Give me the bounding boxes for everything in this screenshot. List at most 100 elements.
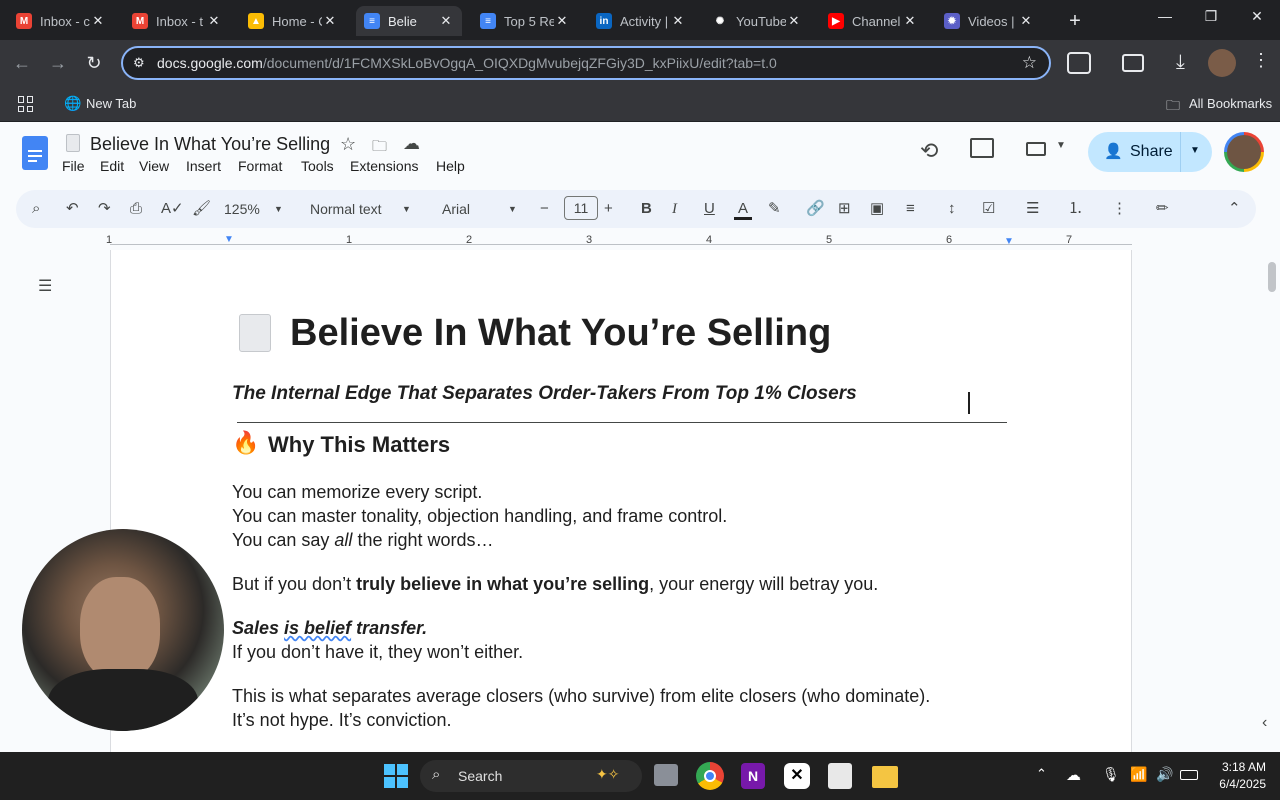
search-menus-icon[interactable]: ⌕: [32, 198, 40, 220]
decrease-font-icon[interactable]: −: [540, 198, 549, 220]
back-icon[interactable]: ←: [10, 51, 34, 75]
menu-file[interactable]: File: [62, 158, 85, 174]
more-options-icon[interactable]: ⋮: [1112, 198, 1127, 220]
browser-tab[interactable]: ▲ Home - C✕: [240, 6, 346, 36]
paint-format-icon[interactable]: 🖌: [192, 198, 211, 220]
bold-icon[interactable]: B: [641, 198, 652, 220]
browser-menu-icon[interactable]: ⋮: [1252, 50, 1270, 71]
style-select[interactable]: Normal text: [310, 198, 382, 220]
font-select[interactable]: Arial: [442, 198, 470, 220]
volume-icon[interactable]: 🔊: [1156, 766, 1173, 783]
meet-icon[interactable]: [1026, 142, 1046, 156]
share-dropdown-icon[interactable]: ▼: [1190, 145, 1200, 156]
bookmark-star-icon[interactable]: ☆: [1022, 53, 1037, 73]
collapse-toolbar-icon[interactable]: ⌃: [1228, 198, 1241, 220]
close-tab-icon[interactable]: ✕: [322, 13, 338, 29]
close-tab-icon[interactable]: ✕: [90, 13, 106, 29]
reload-icon[interactable]: ↻: [82, 51, 106, 75]
checklist-icon[interactable]: ☑: [982, 198, 995, 220]
menu-format[interactable]: Format: [238, 158, 282, 174]
bookmark-new-tab[interactable]: New Tab: [86, 96, 136, 111]
spellcheck-icon[interactable]: A✓: [161, 198, 184, 220]
onedrive-icon[interactable]: ☁: [1066, 766, 1081, 784]
all-bookmarks-link[interactable]: All Bookmarks: [1189, 96, 1272, 111]
wifi-icon[interactable]: 📶: [1130, 766, 1147, 783]
browser-tab[interactable]: ▶ Channel ✕: [820, 6, 926, 36]
scrollbar-thumb[interactable]: [1268, 262, 1276, 292]
font-size-input[interactable]: 11: [564, 196, 598, 220]
comments-icon[interactable]: [970, 138, 994, 158]
undo-icon[interactable]: ↶: [66, 198, 79, 220]
battery-icon[interactable]: [1180, 770, 1198, 780]
document-title[interactable]: Believe In What You’re Selling: [90, 134, 330, 155]
right-indent-marker[interactable]: ▼: [1004, 236, 1014, 247]
bulleted-list-icon[interactable]: ☰: [1026, 198, 1039, 220]
task-view-icon[interactable]: [654, 764, 678, 786]
text-color-icon[interactable]: A: [734, 198, 752, 220]
align-icon[interactable]: ≡: [906, 198, 915, 220]
cast-icon[interactable]: [1122, 54, 1144, 72]
meet-dropdown-icon[interactable]: ▼: [1056, 140, 1066, 151]
close-tab-icon[interactable]: ✕: [902, 13, 918, 29]
account-avatar[interactable]: [1224, 132, 1264, 172]
numbered-list-icon[interactable]: ⒈: [1068, 198, 1083, 220]
browser-tab[interactable]: ≡ Belie ✕: [356, 6, 462, 36]
version-history-icon[interactable]: ⟲: [920, 138, 938, 164]
close-tab-icon[interactable]: ✕: [554, 13, 570, 29]
site-info-icon[interactable]: ⚙: [133, 55, 145, 71]
left-indent-marker[interactable]: ▼: [224, 234, 234, 245]
underline-icon[interactable]: U: [704, 198, 715, 220]
outline-icon[interactable]: ☰: [38, 276, 52, 296]
font-dropdown-icon[interactable]: ▼: [508, 198, 517, 220]
download-icon[interactable]: ⤓: [1176, 51, 1185, 74]
tray-overflow-icon[interactable]: ⌃: [1036, 766, 1047, 782]
menu-tools[interactable]: Tools: [301, 158, 334, 174]
zoom-select[interactable]: 125%: [224, 198, 260, 220]
menu-help[interactable]: Help: [436, 158, 465, 174]
redo-icon[interactable]: ↷: [98, 198, 111, 220]
side-panel-toggle-icon[interactable]: ‹: [1262, 714, 1267, 732]
browser-tab[interactable]: ≡ Top 5 Re ✕: [472, 6, 578, 36]
print-icon[interactable]: ⎙: [130, 198, 142, 220]
docs-logo-icon[interactable]: [22, 136, 48, 170]
close-tab-icon[interactable]: ✕: [786, 13, 802, 29]
browser-tab[interactable]: M Inbox - t ✕: [124, 6, 230, 36]
address-bar[interactable]: ⚙ docs.google.com/document/d/1FCMXSkLoBv…: [121, 46, 1051, 80]
capcut-icon[interactable]: ✕: [784, 763, 810, 789]
browser-tab[interactable]: in Activity | ✕: [588, 6, 694, 36]
zoom-dropdown-icon[interactable]: ▼: [274, 198, 283, 220]
editing-mode-icon[interactable]: ✏: [1156, 198, 1169, 220]
document-page[interactable]: Believe In What You’re Selling The Inter…: [110, 250, 1132, 752]
browser-tab[interactable]: ✹ Videos | ✕: [936, 6, 1042, 36]
cloud-saved-icon[interactable]: ☁: [403, 134, 420, 154]
menu-insert[interactable]: Insert: [186, 158, 221, 174]
chrome-taskbar-icon[interactable]: [696, 762, 724, 790]
increase-font-icon[interactable]: +: [604, 198, 613, 220]
italic-icon[interactable]: I: [672, 198, 677, 220]
windows-start-icon[interactable]: [384, 764, 408, 788]
profile-avatar[interactable]: [1208, 49, 1236, 77]
line-spacing-icon[interactable]: ↕: [948, 198, 956, 220]
apps-grid-icon[interactable]: [18, 96, 34, 112]
file-explorer-icon[interactable]: [872, 766, 898, 788]
onenote-icon[interactable]: N: [741, 763, 765, 789]
forward-icon[interactable]: →: [46, 51, 70, 75]
media-app-icon[interactable]: [828, 763, 852, 789]
menu-view[interactable]: View: [139, 158, 169, 174]
clock[interactable]: 3:18 AM 6/4/2025: [1206, 760, 1266, 791]
close-tab-icon[interactable]: ✕: [438, 13, 454, 29]
menu-extensions[interactable]: Extensions: [350, 158, 418, 174]
minimize-icon[interactable]: —: [1150, 8, 1180, 32]
extensions-icon[interactable]: [1067, 52, 1091, 74]
highlight-icon[interactable]: ✎: [768, 198, 781, 220]
menu-edit[interactable]: Edit: [100, 158, 124, 174]
insert-link-icon[interactable]: 🔗: [806, 198, 825, 220]
close-window-icon[interactable]: ✕: [1242, 8, 1272, 32]
taskbar-search[interactable]: ⌕ Search ✦✧: [420, 760, 642, 792]
restore-icon[interactable]: ❐: [1196, 8, 1226, 32]
browser-tab[interactable]: ✺ YouTube ✕: [704, 6, 810, 36]
browser-tab[interactable]: M Inbox - c ✕: [8, 6, 114, 36]
close-tab-icon[interactable]: ✕: [670, 13, 686, 29]
close-tab-icon[interactable]: ✕: [1018, 13, 1034, 29]
star-icon[interactable]: ☆: [340, 134, 356, 155]
